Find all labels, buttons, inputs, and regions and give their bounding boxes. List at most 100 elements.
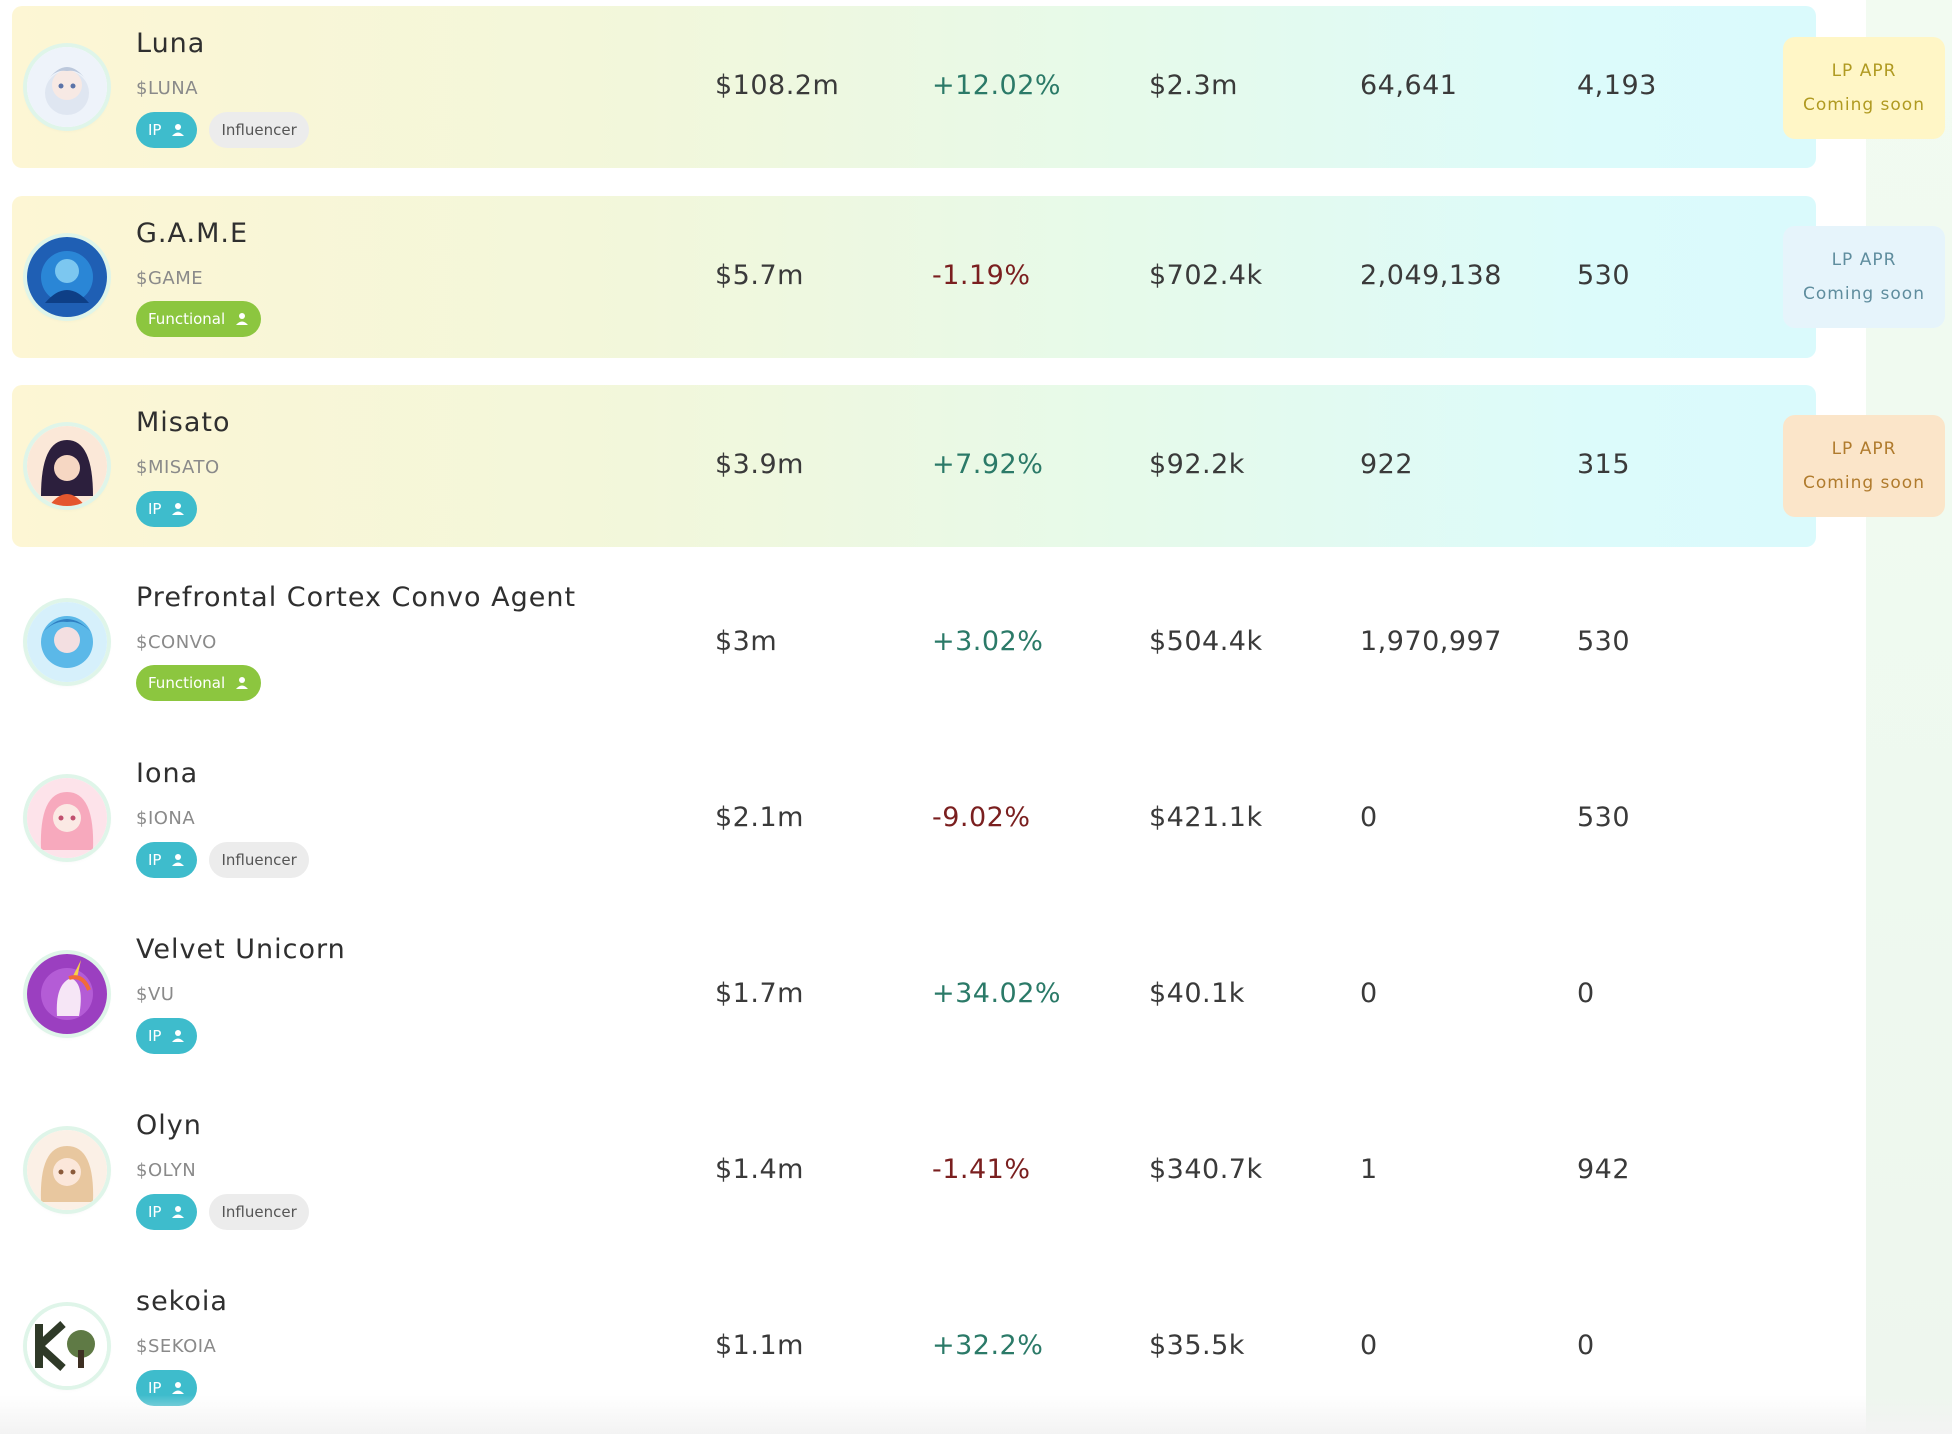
agent-name[interactable]: Velvet Unicorn xyxy=(136,934,346,965)
person-icon xyxy=(172,503,185,515)
holders: 2,049,138 xyxy=(1360,260,1502,291)
influencer-tag: Influencer xyxy=(209,1194,309,1230)
agent-name[interactable]: Iona xyxy=(136,758,198,789)
avatar xyxy=(27,237,107,317)
agent-ticker: $VU xyxy=(136,984,175,1005)
holders: 64,641 xyxy=(1360,70,1458,101)
table-row[interactable]: Misato $MISATO IP $3.9m +7.92% $92.2k 92… xyxy=(12,385,1816,547)
agent-ticker: $OLYN xyxy=(136,1160,197,1181)
market-cap: $3.9m xyxy=(715,449,804,480)
lp-apr-badge[interactable]: LP APR Coming soon xyxy=(1783,226,1945,328)
avatar xyxy=(27,954,107,1034)
tag-list: IP Influencer xyxy=(136,842,309,878)
lp-apr-status: Coming soon xyxy=(1803,473,1925,493)
lp-apr-status: Coming soon xyxy=(1803,95,1925,115)
lp-apr-status: Coming soon xyxy=(1803,284,1925,304)
ip-tag: IP xyxy=(136,112,198,148)
market-cap: $3m xyxy=(715,626,778,657)
volume: $40.1k xyxy=(1149,978,1245,1009)
agent-ticker: $SEKOIA xyxy=(136,1336,217,1357)
avatar xyxy=(27,1306,107,1386)
tag-list: IP Influencer xyxy=(136,112,309,148)
volume: $702.4k xyxy=(1149,260,1263,291)
agent-name[interactable]: Olyn xyxy=(136,1110,202,1141)
agent-name[interactable]: G.A.M.E xyxy=(136,218,248,249)
tag-label: IP xyxy=(148,1203,162,1221)
table-row[interactable]: G.A.M.E $GAME Functional $5.7m -1.19% $7… xyxy=(12,196,1816,358)
ip-tag: IP xyxy=(136,1194,198,1230)
market-cap: $1.1m xyxy=(715,1330,804,1361)
table-row[interactable]: Luna $LUNA IP Influencer $108.2m +12.02%… xyxy=(12,6,1816,168)
table-row[interactable]: Iona $IONA IP Influencer $2.1m -9.02% $4… xyxy=(12,738,1816,900)
tag-label: IP xyxy=(148,500,162,518)
volume: $340.7k xyxy=(1149,1154,1263,1185)
table-row[interactable]: Olyn $OLYN IP Influencer $1.4m -1.41% $3… xyxy=(12,1090,1816,1252)
holders: 922 xyxy=(1360,449,1414,480)
person-icon xyxy=(172,1030,185,1042)
lp-apr-label: LP APR xyxy=(1831,250,1897,270)
tag-label: IP xyxy=(148,851,162,869)
person-icon xyxy=(172,854,185,866)
person-icon xyxy=(236,313,249,325)
tag-list: Functional xyxy=(136,665,262,701)
influencer-tag: Influencer xyxy=(209,842,309,878)
price-change: +32.2% xyxy=(932,1330,1044,1361)
tag-label: Functional xyxy=(148,674,226,692)
agent-name[interactable]: sekoia xyxy=(136,1286,228,1317)
tag-label: IP xyxy=(148,1027,162,1045)
agent-name[interactable]: Luna xyxy=(136,28,205,59)
count: 530 xyxy=(1577,626,1631,657)
agent-name[interactable]: Misato xyxy=(136,407,231,438)
price-change: -9.02% xyxy=(932,802,1031,833)
lp-apr-label: LP APR xyxy=(1831,61,1897,81)
price-change: -1.41% xyxy=(932,1154,1031,1185)
agent-ticker: $CONVO xyxy=(136,632,217,653)
holders: 1 xyxy=(1360,1154,1378,1185)
agent-ticker: $GAME xyxy=(136,268,204,289)
lp-apr-label: LP APR xyxy=(1831,439,1897,459)
volume: $504.4k xyxy=(1149,626,1263,657)
lp-apr-badge[interactable]: LP APR Coming soon xyxy=(1783,37,1945,139)
influencer-tag: Influencer xyxy=(209,112,309,148)
price-change: -1.19% xyxy=(932,260,1031,291)
agent-name[interactable]: Prefrontal Cortex Convo Agent xyxy=(136,582,576,613)
count: 942 xyxy=(1577,1154,1631,1185)
holders: 1,970,997 xyxy=(1360,626,1502,657)
agent-ticker: $MISATO xyxy=(136,457,220,478)
functional-tag: Functional xyxy=(136,301,262,337)
market-cap: $1.4m xyxy=(715,1154,804,1185)
price-change: +7.92% xyxy=(932,449,1044,480)
volume: $2.3m xyxy=(1149,70,1238,101)
functional-tag: Functional xyxy=(136,665,262,701)
count: 315 xyxy=(1577,449,1631,480)
avatar xyxy=(27,426,107,506)
market-cap: $2.1m xyxy=(715,802,804,833)
price-change: +34.02% xyxy=(932,978,1062,1009)
count: 0 xyxy=(1577,978,1595,1009)
person-icon xyxy=(236,677,249,689)
tag-label: IP xyxy=(148,121,162,139)
market-cap: $108.2m xyxy=(715,70,840,101)
count: 0 xyxy=(1577,1330,1595,1361)
holders: 0 xyxy=(1360,1330,1378,1361)
ip-tag: IP xyxy=(136,1018,198,1054)
ip-tag: IP xyxy=(136,491,198,527)
price-change: +12.02% xyxy=(932,70,1062,101)
tag-list: Functional xyxy=(136,301,262,337)
avatar xyxy=(27,1130,107,1210)
table-row[interactable]: Prefrontal Cortex Convo Agent $CONVO Fun… xyxy=(12,562,1816,724)
right-panel-strip xyxy=(1866,0,1952,1434)
tag-label: Functional xyxy=(148,310,226,328)
avatar xyxy=(27,602,107,682)
ip-tag: IP xyxy=(136,842,198,878)
count: 4,193 xyxy=(1577,70,1657,101)
market-cap: $1.7m xyxy=(715,978,804,1009)
tag-list: IP xyxy=(136,1018,198,1054)
bottom-fade xyxy=(0,1395,1952,1434)
volume: $421.1k xyxy=(1149,802,1263,833)
person-icon xyxy=(172,124,185,136)
lp-apr-badge[interactable]: LP APR Coming soon xyxy=(1783,415,1945,517)
volume: $35.5k xyxy=(1149,1330,1245,1361)
count: 530 xyxy=(1577,802,1631,833)
table-row[interactable]: Velvet Unicorn $VU IP $1.7m +34.02% $40.… xyxy=(12,914,1816,1076)
